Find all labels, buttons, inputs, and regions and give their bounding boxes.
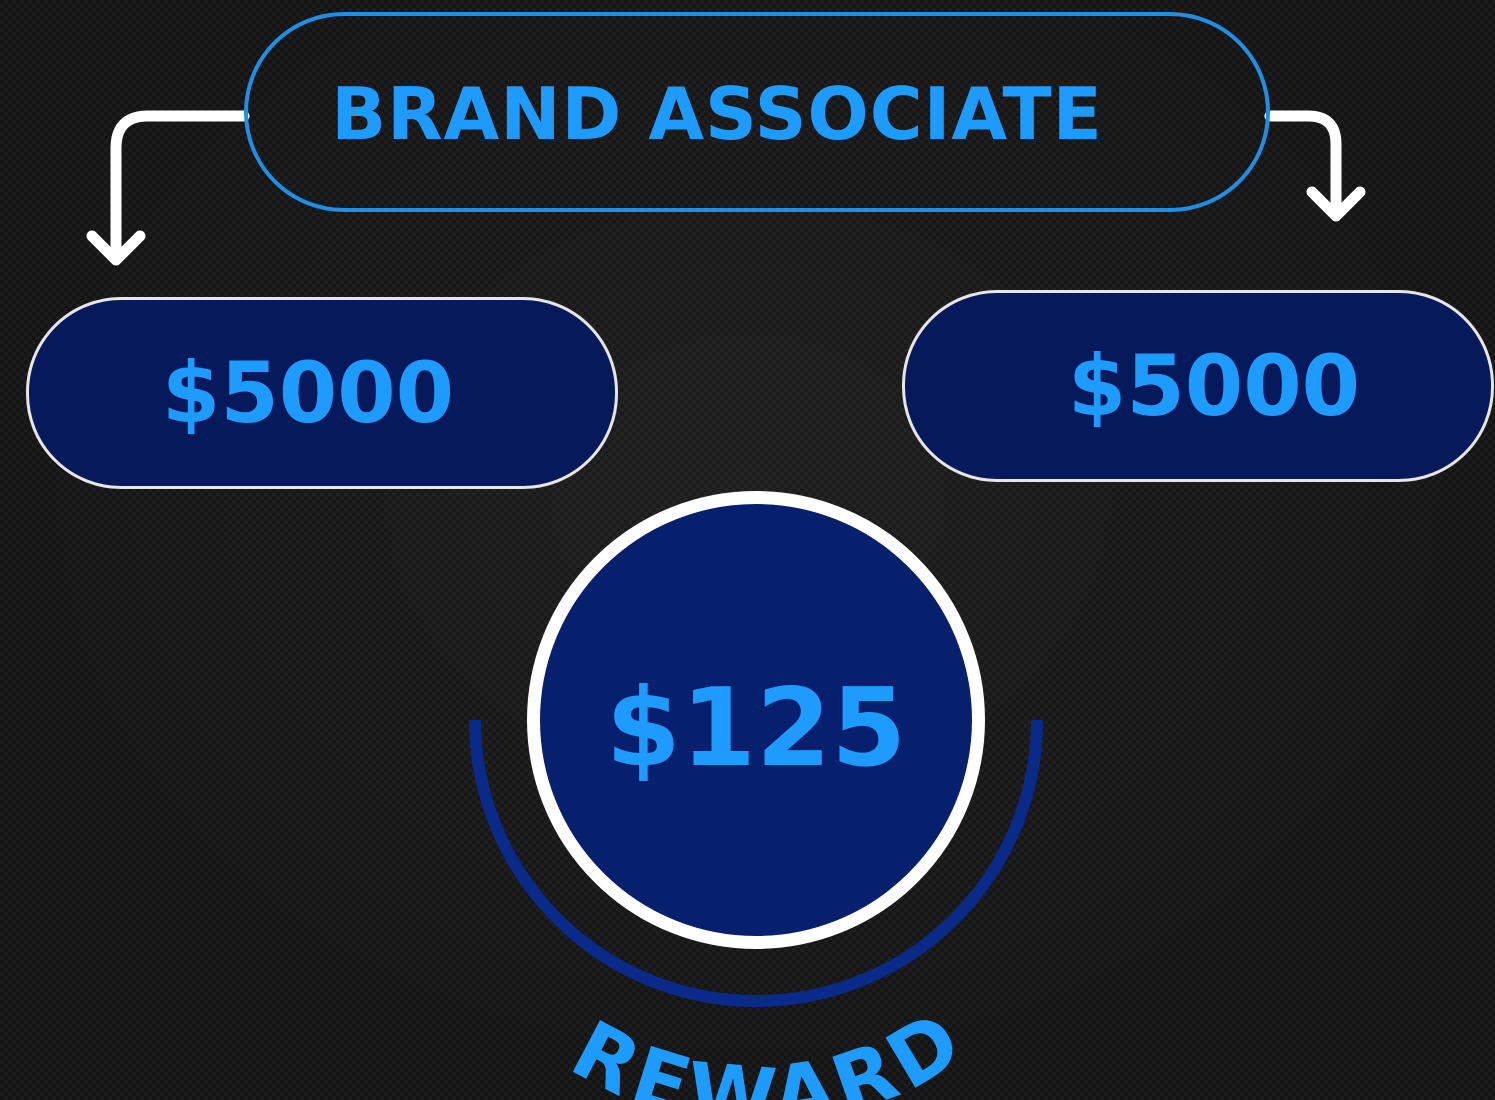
reward-label-text: REWARD [557, 993, 977, 1100]
reward-label-curve: REWARD [557, 993, 977, 1100]
